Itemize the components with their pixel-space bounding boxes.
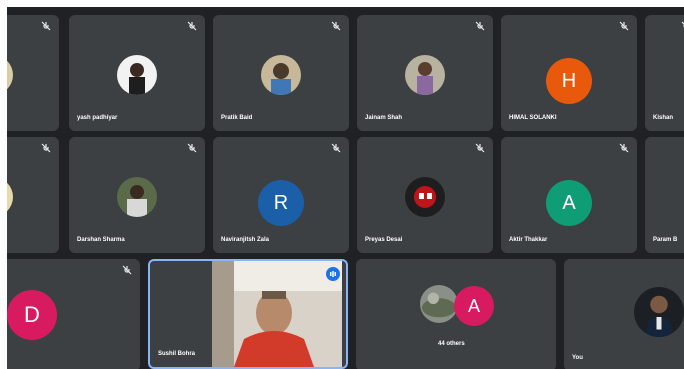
participant-tile-partial[interactable]: Kishan	[645, 15, 684, 131]
pinned-participant-tile[interactable]: Sushil Bohra	[148, 259, 348, 369]
participant-name: Sushil Bohra	[158, 351, 196, 357]
participant-tile-partial[interactable]	[7, 137, 59, 253]
participant-tile[interactable]: Darshan Sharma	[69, 137, 205, 253]
meeting-grid: yash padhiyar Pratik Baid Jainam Shah H …	[7, 7, 684, 369]
participant-name: You	[572, 355, 583, 361]
participant-name: yash padhiyar	[77, 115, 118, 121]
mic-off-icon	[187, 143, 197, 153]
avatar	[7, 177, 13, 217]
mic-off-icon	[41, 21, 51, 31]
avatar	[420, 285, 458, 323]
avatar-initial: H	[546, 58, 592, 104]
mic-off-icon	[41, 143, 51, 153]
mic-off-icon	[475, 143, 485, 153]
avatar	[405, 177, 445, 217]
avatar-initial: D	[7, 290, 57, 340]
participant-tile[interactable]: H HIMAL SOLANKI	[501, 15, 637, 131]
participant-video	[212, 261, 342, 367]
speaking-indicator-icon	[326, 267, 340, 281]
participant-name: Aktir Thakkar	[509, 237, 548, 243]
mic-off-icon	[619, 21, 629, 31]
participant-tile-partial[interactable]	[7, 15, 59, 131]
participant-tile[interactable]: Jainam Shah	[357, 15, 493, 131]
participant-name: Darshan Sharma	[77, 237, 125, 243]
participant-tile-partial[interactable]: D	[7, 259, 140, 369]
participant-tile[interactable]: A Aktir Thakkar	[501, 137, 637, 253]
participant-name: Pratik Baid	[221, 115, 253, 121]
avatar	[634, 287, 684, 337]
participant-name: Naviranjitsh Zala	[221, 237, 270, 243]
avatar-initial: R	[258, 180, 304, 226]
avatar-initial: A	[546, 180, 592, 226]
self-tile[interactable]: You	[564, 259, 684, 369]
participant-name: HIMAL SOLANKI	[509, 115, 557, 121]
mic-off-icon	[475, 21, 485, 31]
avatar-initial: A	[454, 286, 494, 326]
participant-name: Preyas Desai	[365, 237, 403, 243]
mic-off-icon	[619, 143, 629, 153]
avatar	[405, 55, 445, 95]
participant-tile-partial[interactable]: Param B	[645, 137, 684, 253]
participant-tile[interactable]: R Naviranjitsh Zala	[213, 137, 349, 253]
participant-tile[interactable]: Preyas Desai	[357, 137, 493, 253]
avatar	[117, 177, 157, 217]
participant-tile[interactable]: yash padhiyar	[69, 15, 205, 131]
mic-off-icon	[331, 143, 341, 153]
mic-off-icon	[187, 21, 197, 31]
participant-name: Jainam Shah	[365, 115, 403, 121]
mic-off-icon	[122, 265, 132, 275]
participant-tile[interactable]: Pratik Baid	[213, 15, 349, 131]
participant-name: Param B	[653, 237, 678, 243]
others-tile[interactable]: A 44 others	[356, 259, 556, 369]
others-label: 44 others	[438, 341, 465, 347]
participant-name: Kishan	[653, 115, 674, 121]
mic-off-icon	[331, 21, 341, 31]
avatar	[261, 55, 301, 95]
avatar	[117, 55, 157, 95]
avatar	[7, 55, 13, 95]
